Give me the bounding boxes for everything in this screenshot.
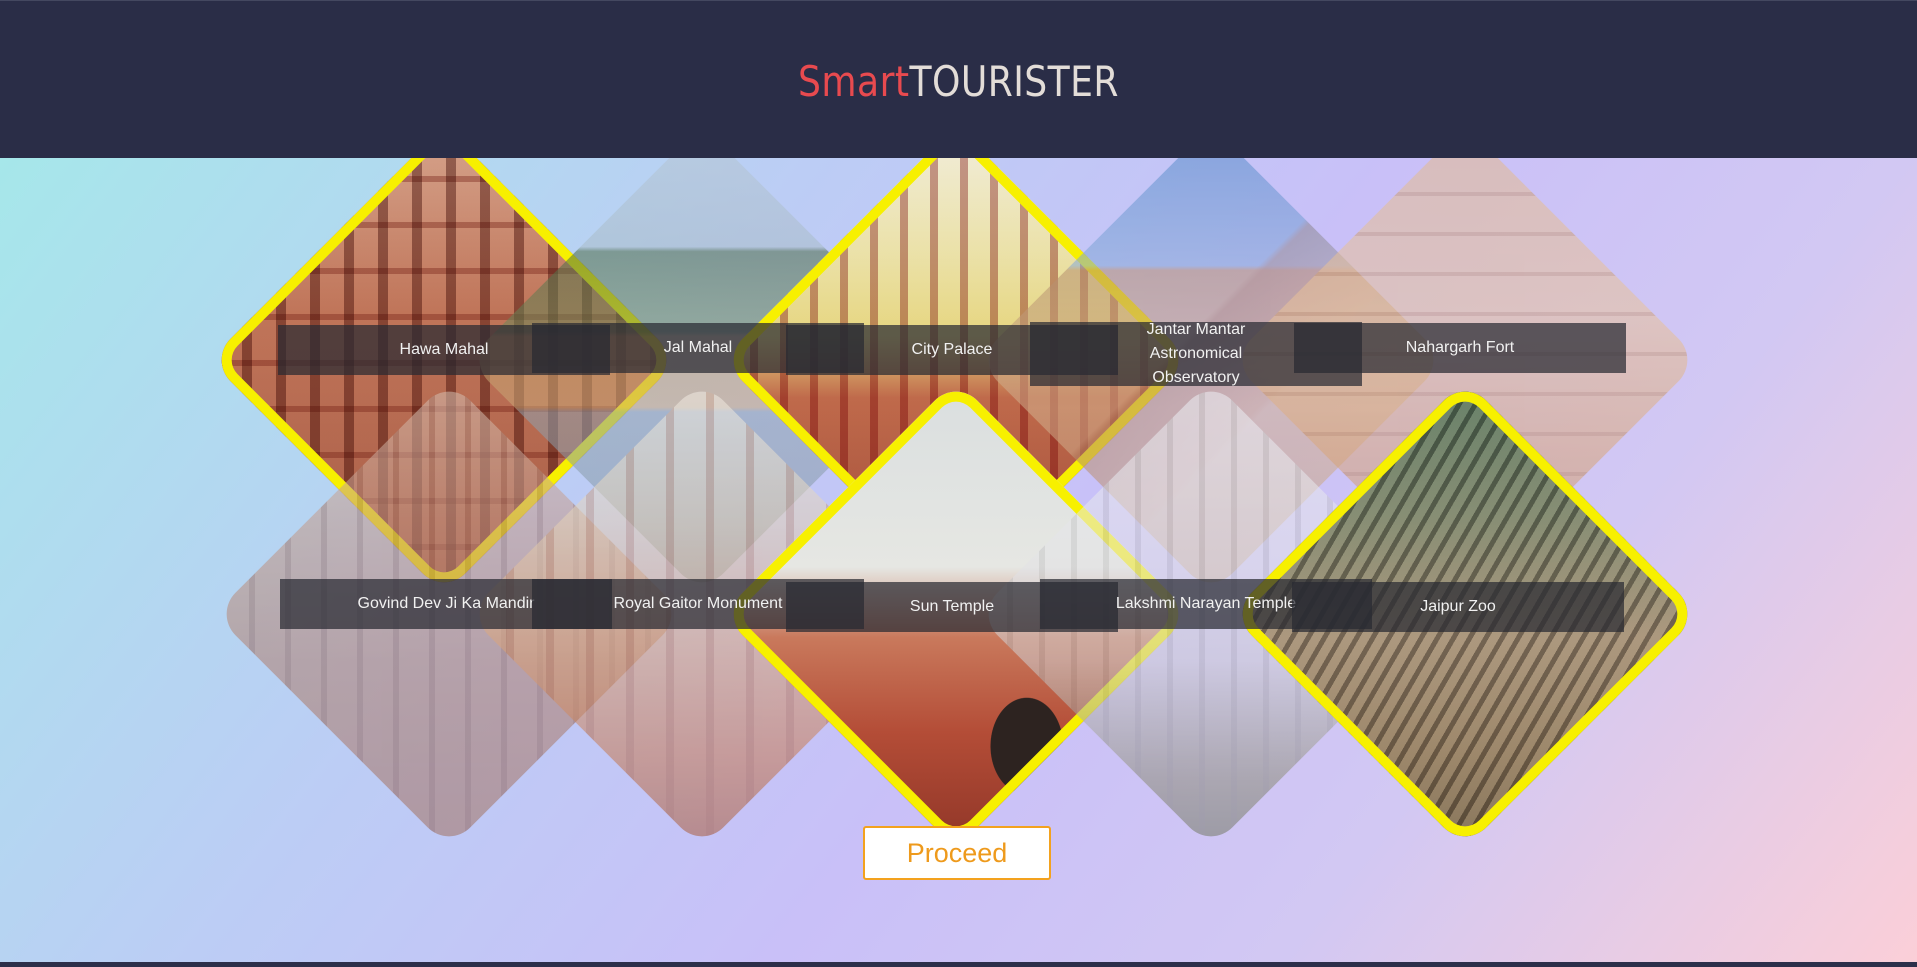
app-header: SmartTOURISTER xyxy=(0,0,1917,159)
brand-logo: SmartTOURISTER xyxy=(134,53,1783,111)
proceed-button[interactable]: Proceed xyxy=(863,826,1051,880)
label-nahargarh-fort: Nahargarh Fort xyxy=(1294,323,1626,373)
label-jaipur-zoo: Jaipur Zoo xyxy=(1292,582,1624,632)
bottom-strip xyxy=(0,962,1917,967)
brand-tourister: TOURISTER xyxy=(909,57,1119,106)
brand-smart: Smart xyxy=(798,57,910,106)
